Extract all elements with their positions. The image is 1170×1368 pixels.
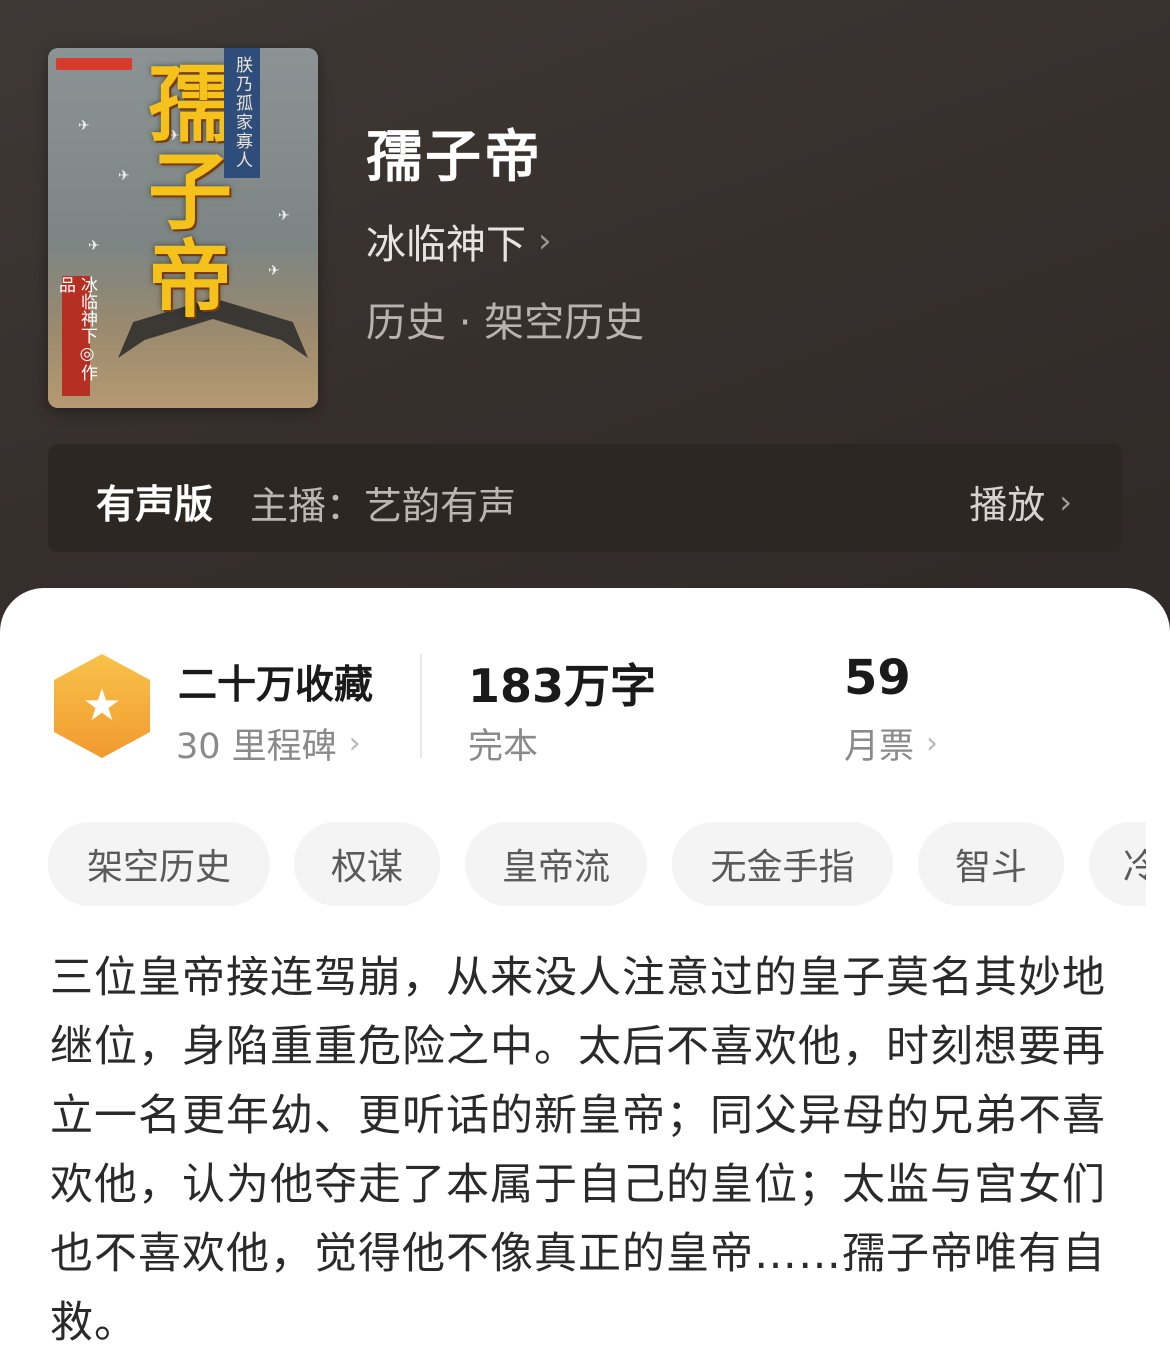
chevron-right-icon: › — [538, 221, 552, 261]
monthly-tickets-label: 月票 — [844, 727, 915, 767]
crane-icon: ✈ — [268, 263, 280, 279]
word-count: 183万字 — [468, 659, 657, 713]
audio-anchor: 主播：艺韵有声 — [250, 484, 517, 528]
chevron-right-icon: › — [1059, 482, 1072, 521]
completion-status: 完本 — [468, 718, 538, 769]
crane-icon: ✈ — [88, 238, 100, 254]
tag-chip[interactable]: 冷 — [1089, 822, 1146, 906]
cover-author: 冰临神下◎作品 — [55, 276, 97, 396]
tag-chip[interactable]: 皇帝流 — [465, 822, 647, 906]
collections-count: 二十万收藏 — [178, 663, 374, 708]
chevron-right-icon: › — [348, 726, 361, 761]
book-title: 孺子帝 — [366, 125, 543, 190]
monthly-tickets-link[interactable]: 月票 › — [844, 718, 938, 769]
monthly-tickets-count: 59 — [844, 650, 911, 706]
cover-tagline: 朕乃孤家寡人 — [224, 48, 260, 178]
publisher-logo — [56, 58, 132, 70]
audio-version-bar[interactable]: 有声版 主播：艺韵有声 播放 › — [48, 444, 1122, 552]
completion-label: 完本 — [468, 727, 539, 767]
tag-chip[interactable]: 权谋 — [294, 822, 440, 906]
crane-icon: ✈ — [118, 168, 130, 184]
play-label: 播放 — [969, 483, 1046, 527]
book-synopsis[interactable]: 三位皇帝接连驾崩，从来没人注意过的皇子莫名其妙地继位，身陷重重危险之中。太后不喜… — [50, 944, 1120, 1358]
tag-list: 架空历史 权谋 皇帝流 无金手指 智斗 冷 — [48, 822, 1146, 908]
author-link[interactable]: 冰临神下 › — [366, 212, 552, 270]
crane-icon: ✈ — [278, 208, 290, 224]
audio-version-label: 有声版 — [96, 483, 214, 528]
tag-chip[interactable]: 无金手指 — [672, 822, 893, 906]
author-name: 冰临神下 — [366, 222, 526, 268]
play-button[interactable]: 播放 › — [969, 474, 1072, 529]
chevron-right-icon: › — [926, 726, 939, 761]
tag-chip[interactable]: 智斗 — [918, 822, 1064, 906]
crane-icon: ✈ — [78, 118, 90, 134]
milestone-label: 30 里程碑 — [176, 727, 337, 767]
milestone-link[interactable]: 30 里程碑 › — [176, 718, 361, 769]
stats-divider — [420, 654, 422, 758]
book-cover-image[interactable]: ✈ ✈ ✈ ✈ ✈ ✈ 孺子帝 朕乃孤家寡人 冰临神下◎作品 — [48, 48, 318, 408]
star-icon: ★ — [82, 680, 122, 731]
book-genre: 历史 · 架空历史 — [366, 300, 645, 346]
tag-chip[interactable]: 架空历史 — [48, 822, 270, 906]
